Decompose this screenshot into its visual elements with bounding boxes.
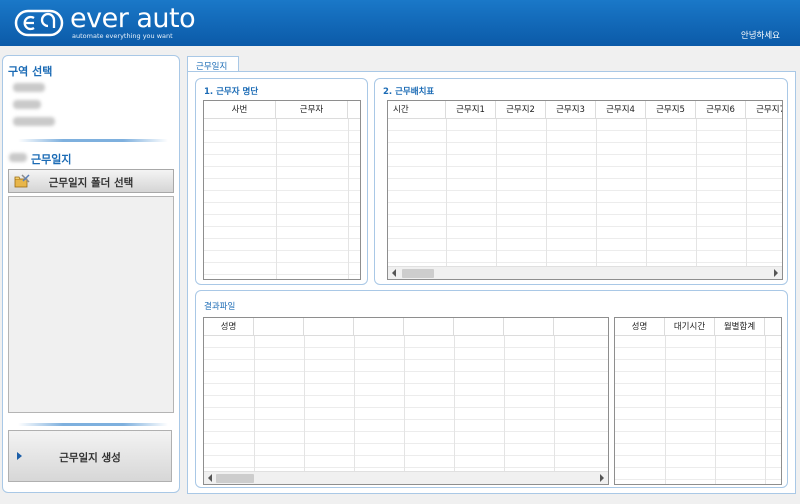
left-panel: 구역 선택 근무일지 근무일지 폴더 선택 근무일지 생성: [2, 55, 180, 493]
roster-grid[interactable]: 사번 근무자: [203, 100, 361, 280]
section-divider: [18, 423, 168, 426]
scroll-thumb[interactable]: [402, 269, 434, 278]
area-item[interactable]: [13, 117, 55, 126]
logo-tagline: automate everything you want: [72, 32, 173, 40]
select-folder-button[interactable]: 근무일지 폴더 선택: [8, 169, 174, 193]
col-header[interactable]: 성명: [615, 318, 665, 336]
section-divider: [18, 139, 168, 142]
generate-worklog-label: 근무일지 생성: [59, 452, 121, 464]
worklog-file-list[interactable]: [8, 196, 174, 413]
schedule-grid[interactable]: 시간 근무지1 근무지2 근무지3 근무지4 근무지5 근무지6 근무지7: [387, 100, 783, 280]
app-header: ever auto automate everything you want 안…: [0, 0, 800, 46]
col-header[interactable]: 근무자: [276, 101, 348, 119]
tab-worklog[interactable]: 근무일지: [187, 56, 239, 72]
scroll-left-icon[interactable]: [208, 474, 212, 482]
col-header[interactable]: 근무지7: [746, 101, 782, 119]
col-header[interactable]: 근무지6: [696, 101, 746, 119]
result-main-header: 성명: [204, 318, 608, 336]
roster-title: 1. 근무자 명단: [204, 87, 259, 97]
col-header[interactable]: 근무지3: [546, 101, 596, 119]
area-item[interactable]: [13, 100, 41, 109]
col-header[interactable]: 사번: [204, 101, 276, 119]
col-header[interactable]: 시간: [388, 101, 446, 119]
col-header[interactable]: 근무지1: [446, 101, 496, 119]
area-select-title: 구역 선택: [8, 65, 53, 78]
roster-group: 1. 근무자 명단 사번 근무자: [195, 78, 368, 285]
result-h-scrollbar[interactable]: [204, 471, 608, 484]
result-main-rows: [204, 336, 608, 471]
schedule-h-scrollbar[interactable]: [388, 266, 782, 279]
ever-auto-logo-icon: [14, 9, 64, 37]
col-header[interactable]: 근무지5: [646, 101, 696, 119]
scroll-thumb[interactable]: [216, 474, 254, 483]
result-main-grid[interactable]: 성명: [203, 317, 609, 485]
col-header[interactable]: 성명: [204, 318, 254, 336]
worklog-section-title: 근무일지: [31, 153, 72, 166]
greeting-text: 안녕하세요: [740, 31, 780, 41]
col-header[interactable]: 근무지2: [496, 101, 546, 119]
roster-rows: [204, 119, 360, 279]
schedule-title: 2. 근무배치표: [383, 87, 435, 97]
schedule-group: 2. 근무배치표 시간 근무지1 근무지2 근무지3 근무지4 근무지5 근무지…: [374, 78, 788, 285]
result-side-header: 성명 대기시간 월별합계: [615, 318, 781, 336]
col-header[interactable]: 월별합계: [715, 318, 765, 336]
result-side-rows: [615, 336, 781, 484]
scroll-right-icon[interactable]: [600, 474, 604, 482]
select-folder-label: 근무일지 폴더 선택: [48, 177, 134, 189]
generate-worklog-button[interactable]: 근무일지 생성: [8, 430, 172, 482]
roster-header: 사번 근무자: [204, 101, 360, 119]
schedule-rows: [388, 119, 782, 266]
scroll-left-icon[interactable]: [392, 269, 396, 277]
tab-content: 1. 근무자 명단 사번 근무자 2. 근무배치표 시간 근무지1 근무지2 근…: [187, 71, 796, 494]
result-group: 결과파일 성명 성명 대기시간 월별합계: [195, 290, 788, 488]
result-side-grid[interactable]: 성명 대기시간 월별합계: [614, 317, 782, 485]
schedule-header: 시간 근무지1 근무지2 근무지3 근무지4 근무지5 근무지6 근무지7: [388, 101, 782, 119]
area-item[interactable]: [13, 83, 45, 92]
col-header[interactable]: 대기시간: [665, 318, 715, 336]
col-header[interactable]: 근무지4: [596, 101, 646, 119]
result-title: 결과파일: [204, 302, 236, 312]
logo-text: ever auto: [70, 3, 196, 34]
worklog-prefix: [9, 153, 27, 162]
scroll-right-icon[interactable]: [774, 269, 778, 277]
